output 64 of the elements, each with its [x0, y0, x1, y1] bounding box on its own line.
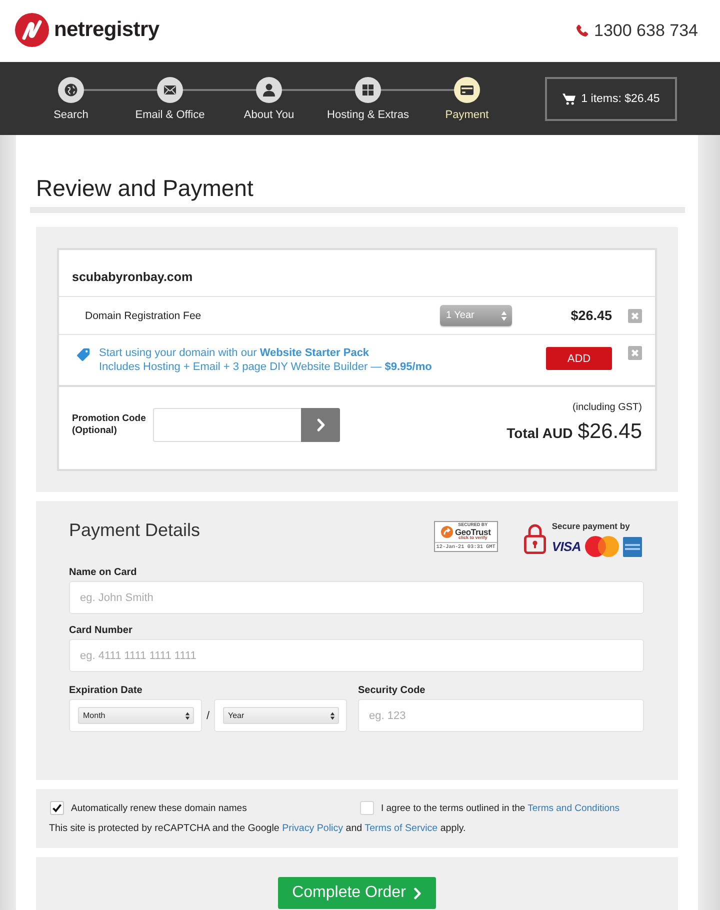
add-button[interactable]: ADD: [546, 347, 612, 370]
progress-step[interactable]: About You: [220, 77, 318, 122]
total-label: Total AUD: [506, 424, 573, 443]
visa-logo: VISA: [552, 538, 581, 556]
seal-brand: GeoTrust: [454, 528, 491, 536]
date-separator: /: [205, 710, 211, 722]
logo-icon[interactable]: [15, 13, 49, 47]
recaptcha-notice: This site is protected by reCAPTCHA and the Google Privacy Policy and Terms of Service apply.: [49, 823, 467, 835]
section-title: Payment Details: [69, 519, 200, 541]
progress-step[interactable]: Search: [22, 77, 120, 122]
updown-arrows-icon: [501, 310, 507, 320]
total-amount: $26.45: [578, 420, 642, 444]
card-logo-icon: [623, 536, 642, 556]
field-label: Card Number: [69, 625, 134, 636]
checkbox-label: I agree to the terms outlined in the Terms and Conditions: [381, 802, 620, 814]
page-title: Review and Payment: [36, 174, 254, 202]
globe-icon: [58, 77, 84, 103]
secure-payment-label: Secure payment by: [552, 521, 631, 532]
overlapping-circles-icon: [585, 536, 619, 557]
phone-number[interactable]: 1300 638 734: [594, 21, 698, 41]
text-input[interactable]: eg. John Smith: [69, 581, 644, 614]
logo-wordmark[interactable]: netregistry: [54, 18, 160, 42]
checkbox[interactable]: [360, 801, 374, 815]
dropdown-select[interactable]: Month: [78, 707, 194, 724]
checkbox[interactable]: [50, 801, 64, 815]
promo-submit-button[interactable]: [301, 408, 340, 442]
text-link[interactable]: Terms of Service: [364, 823, 438, 834]
fee-label: Domain Registration Fee: [85, 310, 202, 322]
chevron-icon: [412, 886, 422, 900]
circle-arrow-icon: [440, 526, 453, 538]
checkmark-icon: [52, 803, 62, 813]
tax-note: (including GST): [572, 402, 642, 414]
promo-code-field[interactable]: [153, 408, 301, 442]
price: $26.45: [570, 308, 612, 323]
offer-text: Start using your domain with our Website Starter Pack: [99, 346, 370, 360]
progress-step[interactable]: Payment: [418, 77, 516, 122]
field-label: Security Code: [358, 685, 426, 696]
progress-step[interactable]: Email & Office: [120, 77, 220, 122]
grid-icon: [355, 77, 381, 103]
padlock-icon: [522, 522, 547, 554]
updown-arrows-icon: [185, 712, 190, 720]
domain-name: scubabyronbay.com: [72, 269, 193, 286]
progress-step[interactable]: Hosting & Extras: [318, 77, 418, 122]
phone-icon: [575, 24, 589, 38]
offer-detail: Includes Hosting + Email + 3 page DIY Website Builder — $9.95/mo: [99, 360, 432, 374]
tag-icon: [76, 347, 91, 362]
dropdown-select[interactable]: Year: [223, 707, 339, 724]
promo-label: Promotion Code (Optional): [72, 413, 147, 437]
field-label: Expiration Date: [69, 685, 144, 696]
cart-button[interactable]: 1 items: $26.45: [545, 76, 677, 120]
updown-arrows-icon: [330, 712, 335, 720]
checkbox-label: Automatically renew these domain names: [71, 802, 247, 814]
close-icon[interactable]: [628, 308, 642, 322]
text-link[interactable]: Terms and Conditions: [528, 802, 620, 814]
cart-icon: [562, 92, 576, 104]
envelope-icon: [157, 77, 183, 103]
close-icon[interactable]: [628, 346, 642, 360]
credit-card-icon: [454, 77, 480, 103]
chevron-icon: [316, 418, 326, 432]
person-icon: [256, 77, 282, 103]
field-label: Name on Card: [69, 567, 138, 578]
text-input[interactable]: eg. 123: [358, 699, 644, 732]
text-input[interactable]: eg. 4111 1111 1111 1111: [69, 639, 644, 672]
text-link[interactable]: Privacy Policy: [282, 823, 344, 834]
